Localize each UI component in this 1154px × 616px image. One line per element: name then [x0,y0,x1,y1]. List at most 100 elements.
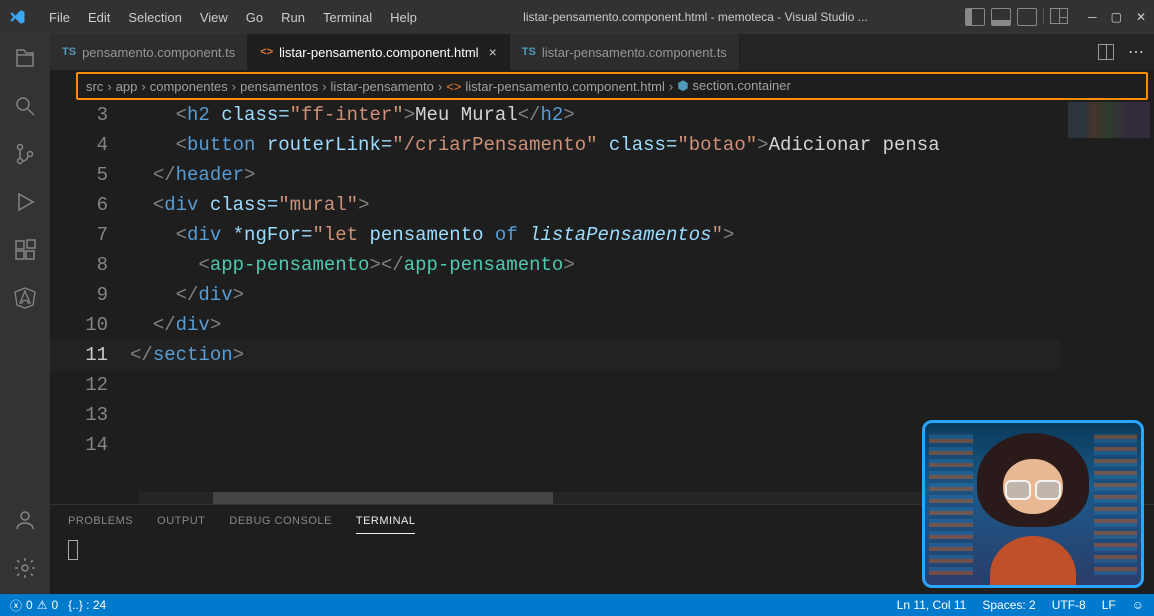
menu-bar: File Edit Selection View Go Run Terminal… [40,10,426,25]
chevron-right-icon: › [322,79,326,94]
crumb-pensamentos[interactable]: pensamentos [240,79,318,94]
status-encoding[interactable]: UTF-8 [1052,598,1086,612]
status-spaces[interactable]: Spaces: 2 [982,598,1035,612]
line-number: 9 [50,280,108,310]
webcam-person [1005,480,1061,496]
chevron-right-icon: › [232,79,236,94]
tab-listar-html[interactable]: <> listar-pensamento.component.html × [248,34,509,70]
menu-view[interactable]: View [191,10,237,25]
code-line: </header> [130,160,1060,190]
breadcrumb[interactable]: src › app › componentes › pensamentos › … [76,72,1148,100]
menu-edit[interactable]: Edit [79,10,119,25]
code-line: <div *ngFor="let pensamento of listaPens… [130,220,1060,250]
crumb-element[interactable]: ⬢section.container [677,78,791,94]
tab-label: pensamento.component.ts [82,45,235,60]
panel-tab-debug[interactable]: DEBUG CONSOLE [229,511,331,534]
crumb-listar-pensamento[interactable]: listar-pensamento [331,79,434,94]
chevron-right-icon: › [141,79,145,94]
chevron-right-icon: › [669,79,673,94]
error-icon: ⓧ [10,597,22,614]
terminal-cursor [68,540,78,560]
menu-go[interactable]: Go [237,10,272,25]
panel-tab-output[interactable]: OUTPUT [157,511,205,534]
crumb-componentes[interactable]: componentes [150,79,228,94]
search-icon[interactable] [11,92,39,120]
code-line [130,430,1060,460]
vscode-logo-icon [8,8,26,26]
line-number: 8 [50,250,108,280]
menu-terminal[interactable]: Terminal [314,10,381,25]
crumb-file[interactable]: <>listar-pensamento.component.html [446,79,665,94]
minimap-content [1068,102,1150,138]
menu-selection[interactable]: Selection [119,10,190,25]
warning-icon: ⚠ [37,598,48,612]
titlebar: File Edit Selection View Go Run Terminal… [0,0,1154,34]
code-line [130,400,1060,430]
close-icon[interactable]: ✕ [1136,10,1146,24]
status-ln-col[interactable]: Ln 11, Col 11 [897,598,967,612]
menu-help[interactable]: Help [381,10,426,25]
toggle-panel-icon[interactable] [991,8,1011,26]
customize-layout-icon[interactable] [1050,8,1068,24]
maximize-icon[interactable]: ▢ [1111,10,1122,24]
code-line: <button routerLink="/criarPensamento" cl… [130,130,1060,160]
run-debug-icon[interactable] [11,188,39,216]
code-line: </div> [130,280,1060,310]
panel-tab-terminal[interactable]: TERMINAL [356,511,416,534]
tab-listar-ts[interactable]: TS listar-pensamento.component.ts [510,34,740,70]
line-number: 14 [50,430,108,460]
typescript-icon: TS [522,46,536,58]
tab-pensamento-ts[interactable]: TS pensamento.component.ts [50,34,248,70]
line-number: 4 [50,130,108,160]
chevron-right-icon: › [438,79,442,94]
toggle-right-sidebar-icon[interactable] [1017,8,1037,26]
more-actions-icon[interactable]: ⋯ [1128,42,1144,62]
code-line [130,370,1060,400]
minimize-icon[interactable]: ─ [1088,10,1097,24]
code-line: <div class="mural"> [130,190,1060,220]
webcam-background [1094,433,1137,576]
panel-tab-problems[interactable]: PROBLEMS [68,511,133,534]
menu-run[interactable]: Run [272,10,314,25]
tab-close-icon[interactable]: × [489,44,497,60]
line-number: 13 [50,400,108,430]
status-braces[interactable]: {..} : 24 [68,598,106,612]
webcam-background [929,433,972,576]
line-number: 12 [50,370,108,400]
code-line: </div> [130,310,1060,340]
chevron-right-icon: › [107,79,111,94]
code-line: <h2 class="ff-inter">Meu Mural</h2> [130,100,1060,130]
line-number: 6 [50,190,108,220]
accounts-icon[interactable] [11,506,39,534]
current-line-highlight [50,340,1154,370]
status-bar: ⓧ0 ⚠0 {..} : 24 Ln 11, Col 11 Spaces: 2 … [0,594,1154,616]
line-number: 10 [50,310,108,340]
extensions-icon[interactable] [11,236,39,264]
line-number: 3 [50,100,108,130]
status-errors[interactable]: ⓧ0 ⚠0 [10,597,58,614]
crumb-app[interactable]: app [116,79,138,94]
line-number: 5 [50,160,108,190]
menu-file[interactable]: File [40,10,79,25]
editor-tabs: TS pensamento.component.ts <> listar-pen… [50,34,1154,70]
split-editor-icon[interactable] [1098,44,1114,60]
code-content[interactable]: <h2 class="ff-inter">Meu Mural</h2> <but… [130,100,1060,504]
tab-label: listar-pensamento.component.ts [542,45,727,60]
status-eol[interactable]: LF [1102,598,1116,612]
toggle-sidebar-icon[interactable] [965,8,985,26]
status-feedback-icon[interactable]: ☺ [1132,598,1144,612]
html-icon: <> [446,79,461,94]
settings-gear-icon[interactable] [11,554,39,582]
angular-icon[interactable] [11,284,39,312]
source-control-icon[interactable] [11,140,39,168]
crumb-src[interactable]: src [86,79,103,94]
code-line: <app-pensamento></app-pensamento> [130,250,1060,280]
line-gutter: 3 4 5 6 7 8 9 10 11 12 13 14 [50,100,130,504]
explorer-icon[interactable] [11,44,39,72]
scrollbar-thumb[interactable] [213,492,553,504]
html-icon: <> [260,46,273,58]
activity-bar [0,34,50,594]
line-number: 7 [50,220,108,250]
tab-label: listar-pensamento.component.html [279,45,478,60]
window-title: listar-pensamento.component.html - memot… [426,10,965,24]
